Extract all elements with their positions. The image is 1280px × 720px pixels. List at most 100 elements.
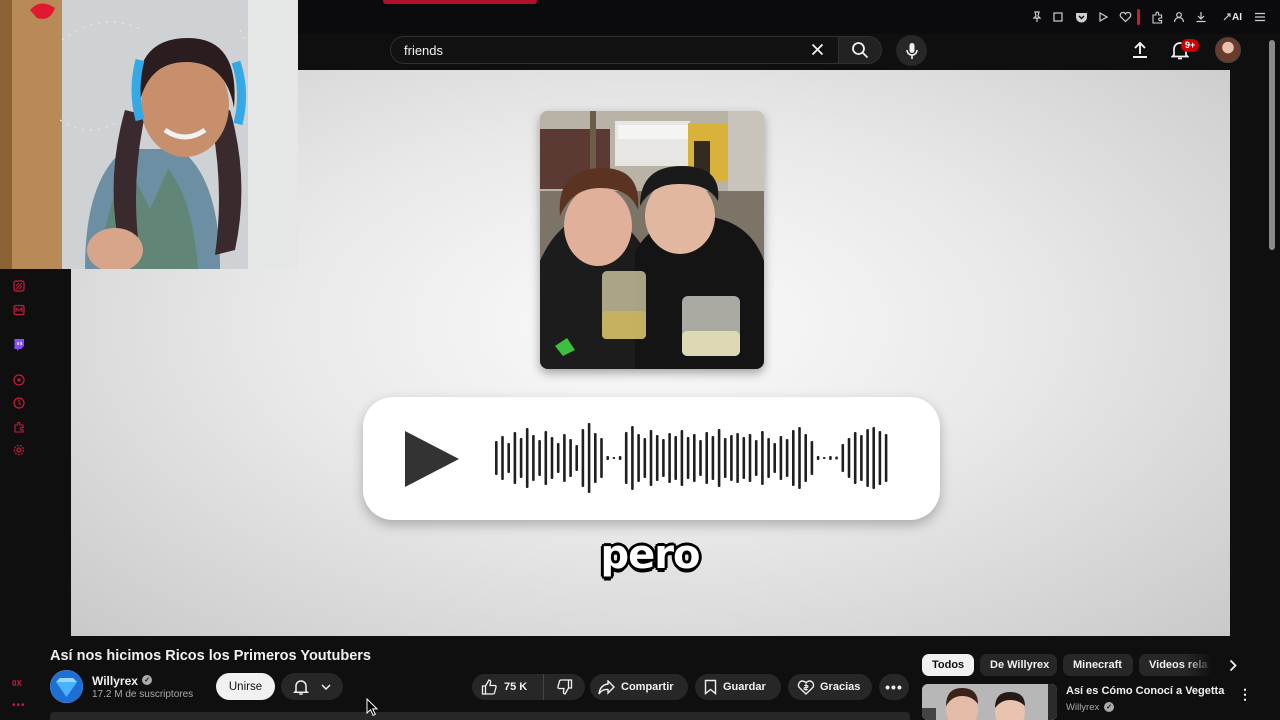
page-scrollbar-thumb[interactable] <box>1269 40 1275 250</box>
recommended-menu-button[interactable]: ⋮ <box>1238 685 1252 703</box>
search-input[interactable]: friends <box>404 43 443 58</box>
search-icon <box>852 42 869 59</box>
waveform-bar <box>810 441 814 475</box>
mail-icon[interactable] <box>12 303 26 317</box>
waveform-bar <box>519 438 523 478</box>
waveform-bar <box>532 435 535 481</box>
play-icon[interactable] <box>1095 9 1111 25</box>
waveform-bar <box>754 440 758 476</box>
play-icon[interactable] <box>405 431 459 487</box>
bell-icon <box>293 679 309 695</box>
waveform-bar <box>631 426 634 490</box>
settings-icon[interactable] <box>12 443 26 457</box>
recommended-thumbnail[interactable] <box>922 684 1057 720</box>
join-button[interactable]: Unirse <box>216 673 275 700</box>
waveform-bar <box>550 437 554 479</box>
chips-fade <box>1185 652 1225 678</box>
chip-de-willyrex[interactable]: De Willyrex <box>980 654 1057 676</box>
waveform-bar <box>792 430 795 486</box>
waveform-bar <box>699 440 702 476</box>
thumbs-down-icon <box>556 679 572 695</box>
save-button[interactable]: Guardar <box>695 674 781 700</box>
waveform-bar <box>612 457 616 459</box>
bookmark-icon <box>704 679 717 695</box>
chips-next-button[interactable] <box>1224 656 1242 674</box>
waveform-bar <box>637 434 640 482</box>
waveform-bar <box>538 440 541 476</box>
active-tab-indicator <box>383 0 537 4</box>
waveform-bar <box>717 429 721 487</box>
like-button[interactable]: 75 K <box>472 674 544 700</box>
thanks-button[interactable]: Gracias <box>788 674 872 700</box>
search-box[interactable]: friends <box>390 36 840 64</box>
waveform-bar <box>587 423 591 493</box>
recommended-title[interactable]: Así es Cómo Conocí a Vegetta <box>1066 685 1224 697</box>
ai-label: AI <box>1232 11 1242 23</box>
recommended-channel[interactable]: Willyrex <box>1066 702 1099 713</box>
waveform-bar <box>847 438 851 478</box>
waveform-bar <box>575 445 578 471</box>
waveform-bar <box>798 427 801 489</box>
friends-photo <box>540 111 764 369</box>
audio-player-card <box>363 397 940 520</box>
waveform-bar <box>878 431 882 485</box>
chevron-right-icon <box>1229 659 1237 671</box>
mouse-cursor-icon <box>366 698 378 716</box>
channel-name[interactable]: Willyrex <box>92 674 138 688</box>
chip-todos[interactable]: Todos <box>922 654 974 676</box>
extensions-icon[interactable] <box>12 420 26 434</box>
waveform-bar <box>748 434 752 482</box>
menu-icon[interactable] <box>1252 9 1268 25</box>
search-button[interactable] <box>838 36 882 64</box>
waveform-bar <box>507 443 510 473</box>
notification-badge: 9+ <box>1181 39 1200 52</box>
waveform-bar <box>705 432 708 484</box>
play-circle-icon[interactable] <box>12 373 26 387</box>
sidebar-badge[interactable]: 0X <box>12 679 22 688</box>
stripes-icon[interactable] <box>12 279 26 293</box>
waveform-bar <box>841 444 845 472</box>
save-label: Guardar <box>723 681 766 693</box>
pocket-icon[interactable] <box>1073 9 1089 25</box>
puzzle-icon[interactable] <box>1149 9 1165 25</box>
share-icon <box>598 679 615 695</box>
ai-extension-button[interactable]: AI <box>1218 9 1246 25</box>
waveform-bar <box>835 456 838 460</box>
crop-icon[interactable] <box>1050 9 1066 25</box>
download-icon[interactable] <box>1193 9 1209 25</box>
clock-icon[interactable] <box>12 396 26 410</box>
share-button[interactable]: Compartir <box>590 674 688 700</box>
more-dots-icon[interactable]: ••• <box>12 700 26 711</box>
waveform-bar <box>866 429 869 487</box>
waveform-bar <box>674 436 677 480</box>
upload-button[interactable] <box>1128 38 1152 62</box>
waveform-bar <box>730 435 733 481</box>
channel-avatar[interactable] <box>50 670 83 703</box>
waveform-bar <box>785 439 789 477</box>
profile-icon[interactable] <box>1171 9 1187 25</box>
chip-minecraft[interactable]: Minecraft <box>1063 654 1133 676</box>
waveform-bar <box>853 432 857 484</box>
upload-icon <box>1133 41 1147 58</box>
twitch-icon[interactable] <box>12 337 26 351</box>
waveform-bar <box>816 456 820 460</box>
waveform-bar <box>668 433 671 483</box>
share-label: Compartir <box>621 681 674 693</box>
waveform-bar <box>693 434 696 482</box>
waveform-bar <box>884 434 888 482</box>
dislike-button[interactable] <box>544 674 585 700</box>
microphone-icon <box>905 42 918 59</box>
waveform-bar <box>563 434 566 482</box>
heart-dollar-icon <box>797 680 815 695</box>
voice-search-button[interactable] <box>896 35 927 66</box>
heart-icon[interactable] <box>1117 9 1133 25</box>
waveform-bar <box>594 433 597 483</box>
more-actions-button[interactable]: ••• <box>879 674 909 700</box>
subscription-bell-button[interactable] <box>281 673 343 700</box>
waveform-bar <box>544 431 548 485</box>
pin-icon[interactable] <box>1029 9 1045 25</box>
account-avatar[interactable] <box>1215 37 1241 63</box>
waveform-bar <box>643 438 647 478</box>
waveform-bar <box>581 429 585 487</box>
clear-search-button[interactable] <box>806 38 828 60</box>
